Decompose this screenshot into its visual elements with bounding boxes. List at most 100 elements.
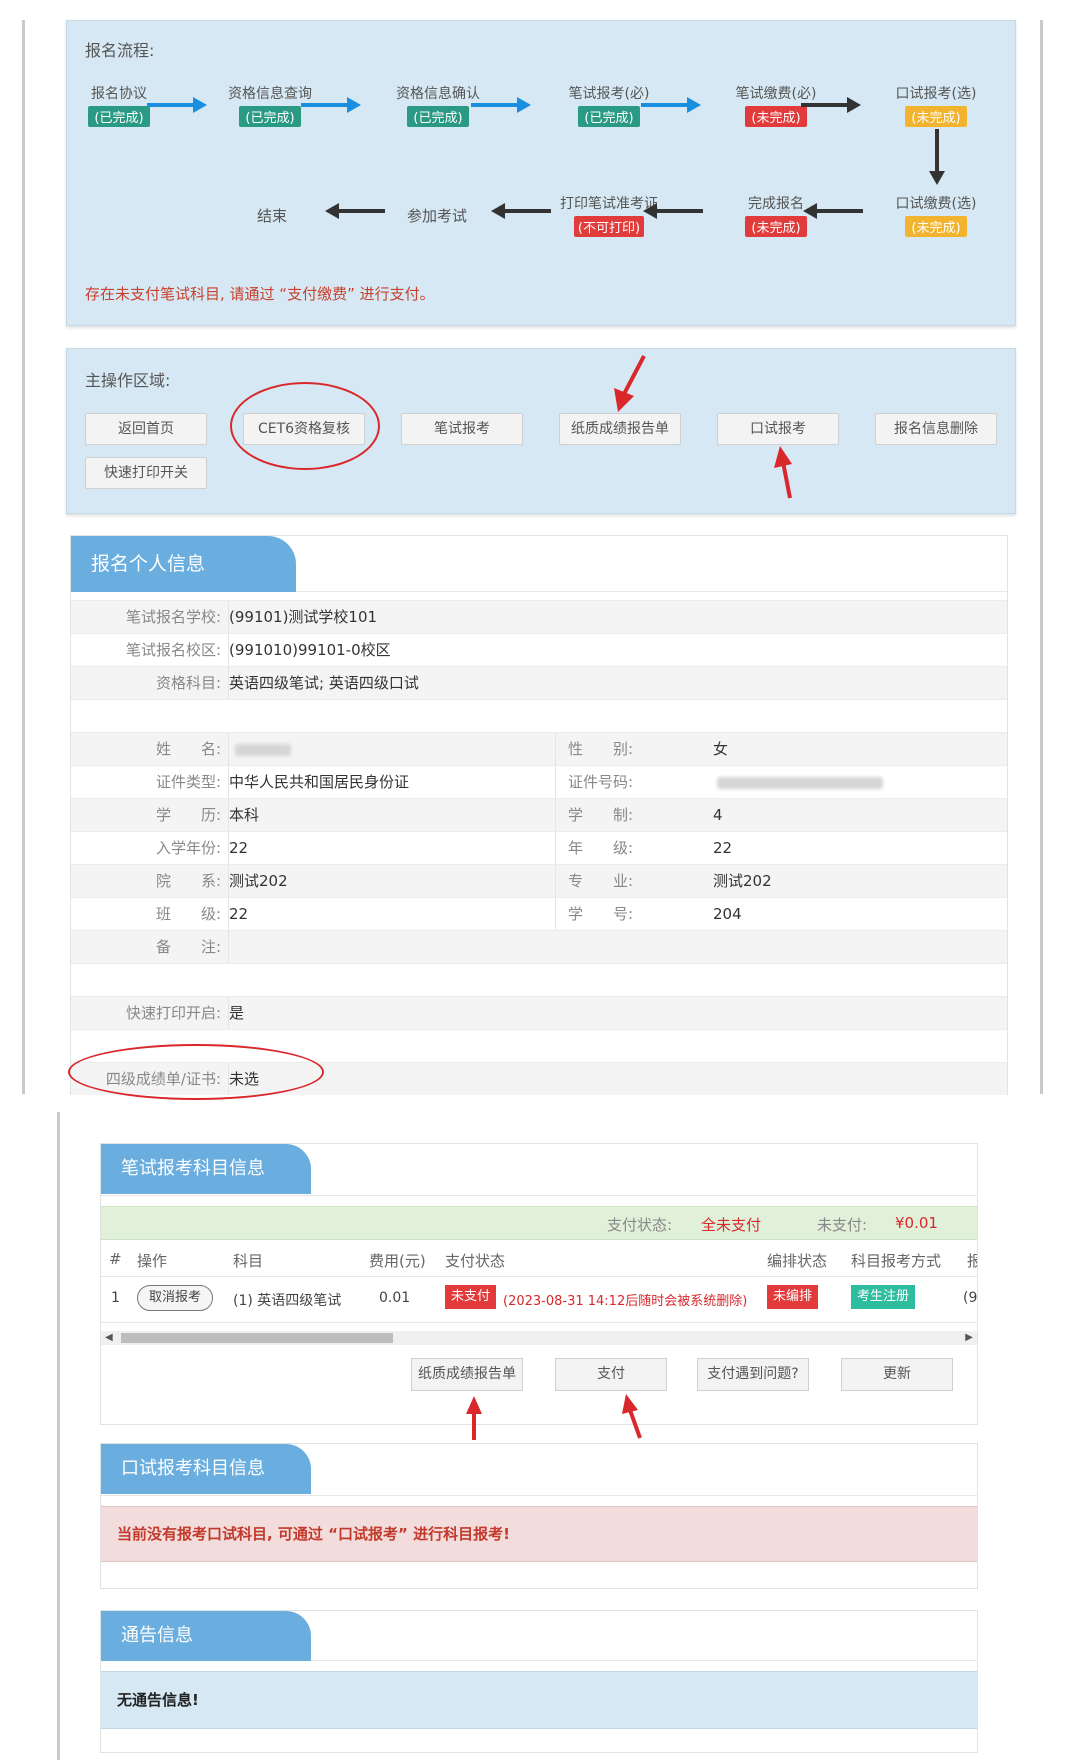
paper-report-button[interactable]: 纸质成绩报告单 <box>559 413 681 445</box>
flow-arrow-right-icon <box>801 97 861 113</box>
paper-report-button[interactable]: 纸质成绩报告单 <box>411 1358 523 1391</box>
flow-title: 报名流程: <box>85 41 155 60</box>
cancel-registration-button[interactable]: 取消报考 <box>137 1285 213 1311</box>
scroll-thumb[interactable] <box>121 1333 393 1343</box>
enroll-value: 22 <box>229 839 249 857</box>
oral-warning-text: 当前没有报考口试科目, 可通过 “口试报考” 进行科目报考! <box>101 1506 977 1562</box>
gender-value: 女 <box>713 740 729 758</box>
flow-step-attend-exam: 参加考试 <box>407 207 468 225</box>
flow-arrow-right-icon <box>471 97 531 113</box>
written-register-button[interactable]: 笔试报考 <box>401 413 523 445</box>
grade-label: 年 级: <box>567 839 633 857</box>
major-label: 专 业: <box>567 872 633 890</box>
written-exam-title: 笔试报考科目信息 <box>101 1144 311 1194</box>
row-subject: (1) 英语四级笔试 <box>233 1293 342 1309</box>
ops-title: 主操作区域: <box>85 371 171 390</box>
redacted-name <box>235 744 291 756</box>
registration-flow-panel: 报名流程: 报名协议 (已完成) 资格信息查询 (已完成) 资格信息确认 (已完… <box>66 20 1016 326</box>
info-row-remark: 备 注: <box>71 930 1007 964</box>
unpaid-label: 未支付: <box>817 1216 868 1234</box>
quick-print-toggle-button[interactable]: 快速打印开关 <box>85 457 207 489</box>
flow-step-label: 口试缴费(选) <box>895 196 977 212</box>
row-fee: 0.01 <box>379 1290 411 1306</box>
major-value: 测试202 <box>713 872 772 890</box>
info-row-spacer <box>71 699 1007 732</box>
flow-arrow-right-icon <box>147 97 207 113</box>
personal-info-panel: 报名个人信息 笔试报名学校: (99101)测试学校101 笔试报名校区: (9… <box>70 535 1008 1095</box>
page-left-border <box>22 20 25 1094</box>
flow-arrow-left-icon <box>325 203 385 219</box>
personal-info-header: 报名个人信息 <box>71 536 1007 592</box>
annotation-ellipse-cet6 <box>230 382 380 470</box>
pay-button[interactable]: 支付 <box>555 1358 667 1391</box>
name-label: 姓 名: <box>155 740 221 758</box>
subjects-value: 英语四级笔试; 英语四级口试 <box>229 674 419 692</box>
scroll-left-icon[interactable]: ◀ <box>105 1331 113 1345</box>
flow-step-status: (未完成) <box>745 106 807 127</box>
years-label: 学 制: <box>567 806 633 824</box>
flow-step-oral-pay: 口试缴费(选) (未完成) <box>871 193 1001 237</box>
dept-value: 测试202 <box>229 872 288 890</box>
pay-status-tag: 未支付 <box>445 1285 497 1309</box>
annotation-arrow-icon <box>774 446 792 499</box>
info-row-idtype: 证件类型: 中华人民共和国居民身份证 证件号码: <box>71 765 1007 799</box>
col-header-arrange: 编排状态 <box>767 1252 828 1270</box>
class-label: 班 级: <box>155 905 221 923</box>
flow-step-status: (不可打印) <box>573 216 645 237</box>
oral-exam-title: 口试报考科目信息 <box>101 1444 311 1494</box>
table-divider <box>101 1322 977 1323</box>
flow-step-status: (已完成) <box>578 106 640 127</box>
edu-value: 本科 <box>229 806 260 824</box>
info-row-name: 姓 名: 性 别: 女 <box>71 732 1007 766</box>
pay-status-label: 支付状态: <box>607 1216 673 1234</box>
info-row-enroll: 入学年份: 22 年 级: 22 <box>71 831 1007 865</box>
flow-step-oral-register: 口试报考(选) (未完成) <box>871 83 1001 127</box>
col-header-index: # <box>109 1250 122 1268</box>
info-row-spacer <box>71 963 1007 996</box>
stuno-value: 204 <box>713 905 742 923</box>
row-index: 1 <box>111 1290 120 1306</box>
edu-label: 学 历: <box>155 806 221 824</box>
remark-label: 备 注: <box>155 938 221 956</box>
main-operations-panel: 主操作区域: 返回首页 CET6资格复核 笔试报考 纸质成绩报告单 口试报考 报… <box>66 348 1016 514</box>
page-left-border-lower <box>57 1112 60 1760</box>
flow-arrow-right-icon <box>641 97 701 113</box>
col-header-fee: 费用(元) <box>369 1252 426 1270</box>
enroll-label: 入学年份: <box>155 839 221 857</box>
oral-register-button[interactable]: 口试报考 <box>717 413 839 445</box>
pay-status-value: 全未支付 <box>701 1216 762 1234</box>
payment-help-button[interactable]: 支付遇到问题? <box>697 1358 809 1391</box>
arrange-status-tag: 未编排 <box>767 1285 819 1309</box>
info-row-dept: 院 系: 测试202 专 业: 测试202 <box>71 864 1007 898</box>
years-value: 4 <box>713 806 723 824</box>
campus-value: (991010)99101-0校区 <box>229 641 391 659</box>
unpaid-value: ¥0.01 <box>895 1214 938 1232</box>
flow-arrow-left-icon <box>491 203 551 219</box>
flow-warning-text: 存在未支付笔试科目, 请通过 “支付缴费” 进行支付。 <box>85 285 435 303</box>
grade-value: 22 <box>713 839 733 857</box>
personal-info-title: 报名个人信息 <box>71 536 296 592</box>
info-row-subjects: 资格科目: 英语四级笔试; 英语四级口试 <box>71 666 1007 700</box>
table-divider <box>101 1276 977 1277</box>
redacted-id-number <box>717 777 883 789</box>
school-label: 笔试报名学校: <box>125 608 221 626</box>
notice-header: 通告信息 <box>101 1611 977 1661</box>
delete-info-button[interactable]: 报名信息删除 <box>875 413 997 445</box>
written-exam-panel: 笔试报考科目信息 支付状态: 全未支付 未支付: ¥0.01 # 操作 科目 费… <box>100 1143 978 1425</box>
home-button[interactable]: 返回首页 <box>85 413 207 445</box>
refresh-button[interactable]: 更新 <box>841 1358 953 1391</box>
class-value: 22 <box>229 905 249 923</box>
scroll-right-icon[interactable]: ▶ <box>965 1331 973 1345</box>
info-row-quickprint: 快速打印开启: 是 <box>71 996 1007 1030</box>
payment-summary-bar: 支付状态: 全未支付 未支付: ¥0.01 <box>101 1206 977 1240</box>
pay-status-note: (2023-08-31 14:12后随时会被系统删除) <box>503 1294 748 1309</box>
col-header-action: 操作 <box>137 1252 168 1270</box>
page-right-border <box>1040 20 1043 1094</box>
horizontal-scrollbar[interactable]: ◀ ▶ <box>101 1331 977 1345</box>
row-extra: (9 <box>963 1290 977 1306</box>
info-row-school: 笔试报名学校: (99101)测试学校101 <box>71 600 1007 634</box>
dept-label: 院 系: <box>155 872 221 890</box>
method-tag: 考生注册 <box>851 1285 916 1309</box>
annotation-ellipse-cert <box>68 1044 324 1100</box>
idtype-label: 证件类型: <box>155 773 221 791</box>
